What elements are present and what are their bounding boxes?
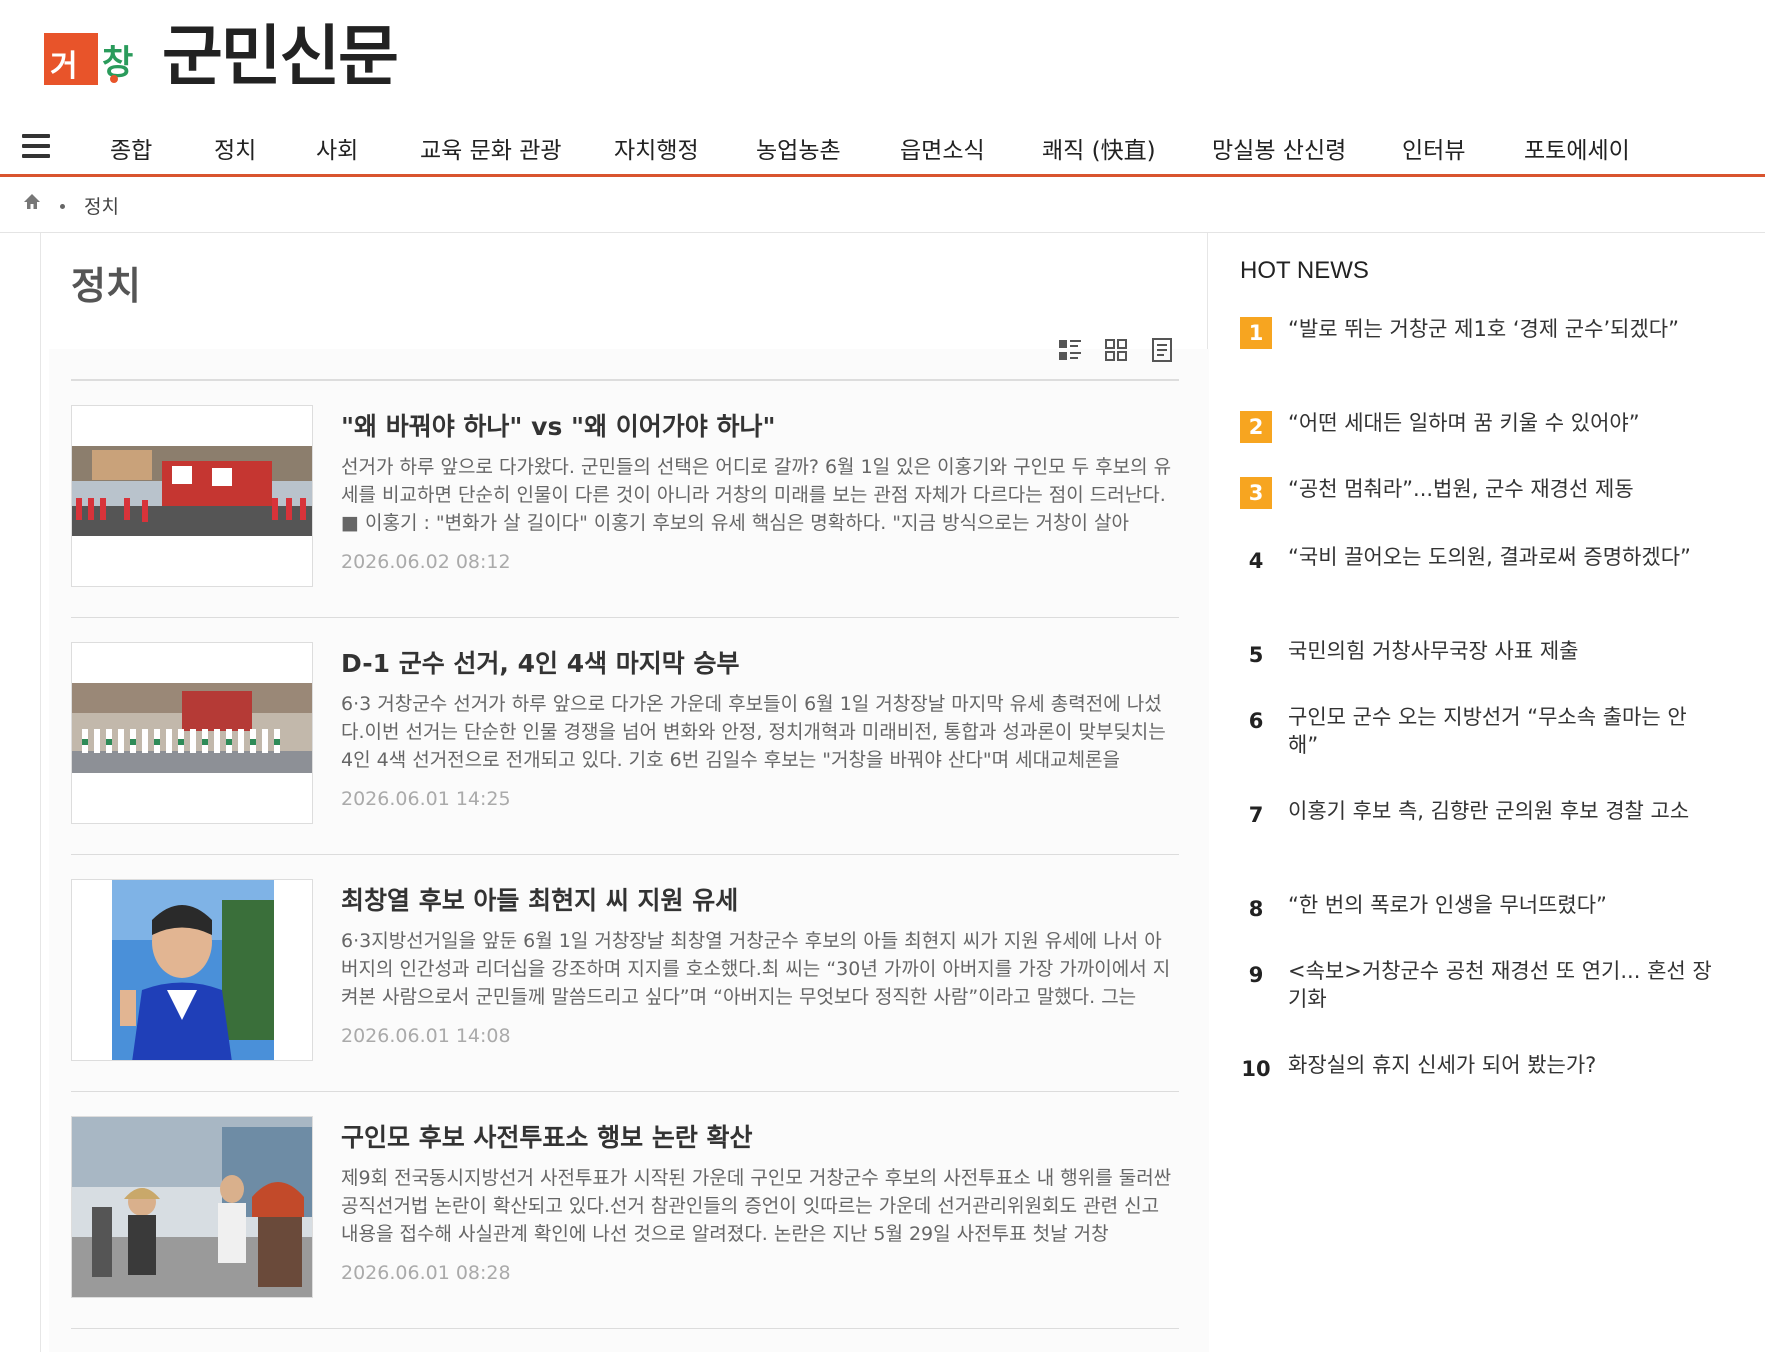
breadcrumb-current[interactable]: 정치 xyxy=(84,192,119,219)
nav-item-town-news[interactable]: 읍면소식 xyxy=(900,131,985,165)
article-date: 2026.06.02 08:12 xyxy=(341,551,511,573)
article-title[interactable]: 최창열 후보 아들 최현지 씨 지원 유세 xyxy=(341,881,738,917)
nav-item-mountain-spirit[interactable]: 망실봉 산신령 xyxy=(1212,131,1346,165)
article-date: 2026.06.01 14:25 xyxy=(341,788,511,810)
article-summary: 6·3 거창군수 선거가 하루 앞으로 다가온 가운데 후보들이 6월 1일 거… xyxy=(341,693,1166,771)
article-summary: 선거가 하루 앞으로 다가왔다. 군민들의 선택은 어디로 갈까? 6월 1일 … xyxy=(341,456,1172,534)
nav-item-administration[interactable]: 자치행정 xyxy=(614,131,699,165)
nav-item-photo-essay[interactable]: 포토에세이 xyxy=(1524,131,1630,165)
rank-badge: 3 xyxy=(1240,477,1272,509)
nav-item-education-culture[interactable]: 교육 문화 관광 xyxy=(420,131,562,165)
text-view-icon[interactable] xyxy=(1149,337,1175,363)
rank-badge: 6 xyxy=(1248,709,1264,733)
article-summary: 6·3지방선거일을 앞둔 6월 1일 거창장날 최창열 거창군수 후보의 아들 … xyxy=(341,930,1171,1008)
hot-news-link[interactable]: 국민의힘 거창사무국장 사표 제출 xyxy=(1288,637,1718,665)
site-name: 군민신문 xyxy=(162,18,399,95)
article-item[interactable]: 최창열 후보 아들 최현지 씨 지원 유세 6·3지방선거일을 앞둔 6월 1일… xyxy=(71,855,1179,1092)
hot-news-link[interactable]: “국비 끌어오는 도의원, 결과로써 증명하겠다” xyxy=(1288,543,1718,571)
article-item[interactable]: "왜 바꿔야 하나" vs "왜 이어가야 하나" 선거가 하루 앞으로 다가왔… xyxy=(71,381,1179,618)
hot-news-link[interactable]: “어떤 세대든 일하며 꿈 키울 수 있어야” xyxy=(1288,409,1718,437)
article-item[interactable]: D-1 군수 선거, 4인 4색 마지막 승부 6·3 거창군수 선거가 하루 … xyxy=(71,618,1179,855)
nav-item-society[interactable]: 사회 xyxy=(316,131,358,165)
article-thumbnail[interactable] xyxy=(71,642,313,824)
article-title[interactable]: D-1 군수 선거, 4인 4색 마지막 승부 xyxy=(341,644,740,680)
article-item[interactable]: 구인모 후보 사전투표소 행보 논란 확산 제9회 전국동시지방선거 사전투표가… xyxy=(71,1092,1179,1329)
article-thumbnail[interactable] xyxy=(71,879,313,1061)
breadcrumb: 정치 xyxy=(0,180,1765,233)
rank-badge: 2 xyxy=(1240,411,1272,443)
hot-news-link[interactable]: “공천 멈춰라”...법원, 군수 재경선 제동 xyxy=(1288,475,1718,503)
hot-news-link[interactable]: <속보>거창군수 공천 재경선 또 연기... 혼선 장기화 xyxy=(1288,957,1718,1013)
rank-badge: 4 xyxy=(1248,549,1264,573)
article-title[interactable]: "왜 바꿔야 하나" vs "왜 이어가야 하나" xyxy=(341,407,776,443)
main-nav: 종합 정치 사회 교육 문화 관광 자치행정 농업농촌 읍면소식 쾌직 (快直)… xyxy=(0,115,1765,177)
hot-news-link[interactable]: 구인모 군수 오는 지방선거 “무소속 출마는 안 해” xyxy=(1288,703,1718,759)
nav-item-general[interactable]: 종합 xyxy=(110,131,152,165)
article-date: 2026.06.01 14:08 xyxy=(341,1025,511,1047)
rank-badge: 10 xyxy=(1241,1057,1271,1081)
home-icon[interactable] xyxy=(22,192,42,212)
rank-badge: 5 xyxy=(1248,643,1264,667)
logo-mark-left: 거 xyxy=(50,49,78,84)
menu-icon[interactable] xyxy=(22,134,50,158)
article-thumbnail[interactable] xyxy=(71,405,313,587)
list-view-icon[interactable] xyxy=(1057,337,1083,363)
nav-item-kwaejik[interactable]: 쾌직 (快直) xyxy=(1042,131,1156,165)
rank-badge: 9 xyxy=(1248,963,1264,987)
article-date: 2026.06.01 08:28 xyxy=(341,1262,511,1284)
site-logo[interactable]: 거 창 군민신문 xyxy=(44,18,399,95)
rank-badge: 7 xyxy=(1248,803,1264,827)
rank-badge: 8 xyxy=(1248,897,1264,921)
hot-news-link[interactable]: 화장실의 휴지 신세가 되어 봤는가? xyxy=(1288,1051,1718,1079)
article-thumbnail[interactable] xyxy=(71,1116,313,1298)
hot-news-link[interactable]: “발로 뛰는 거창군 제1호 ‘경제 군수’되겠다” xyxy=(1288,315,1718,343)
grid-view-icon[interactable] xyxy=(1103,337,1129,363)
logo-mark: 거 창 xyxy=(44,29,133,85)
nav-item-agriculture[interactable]: 농업농촌 xyxy=(756,131,841,165)
article-list-section: 정치 "왜 바꿔야 하나" vs "왜 이어가야 하나" 선거가 하루 앞으로 … xyxy=(40,233,1209,1352)
page-title: 정치 xyxy=(71,264,141,308)
hot-news-title: HOT NEWS xyxy=(1240,257,1369,284)
hot-news-link[interactable]: “한 번의 폭로가 인생을 무너뜨렸다” xyxy=(1288,891,1718,919)
hot-news-sidebar: HOT NEWS 1 “발로 뛰는 거창군 제1호 ‘경제 군수’되겠다” 2 … xyxy=(1240,233,1740,1352)
nav-item-interview[interactable]: 인터뷰 xyxy=(1402,131,1465,165)
rank-badge: 1 xyxy=(1240,317,1272,349)
view-mode-toggle xyxy=(1057,337,1175,363)
article-title[interactable]: 구인모 후보 사전투표소 행보 논란 확산 xyxy=(341,1118,753,1154)
breadcrumb-separator xyxy=(60,204,65,209)
nav-item-politics[interactable]: 정치 xyxy=(214,131,256,165)
hot-news-link[interactable]: 이홍기 후보 측, 김향란 군의원 후보 경찰 고소 xyxy=(1288,797,1718,825)
article-summary: 제9회 전국동시지방선거 사전투표가 시작된 가운데 구인모 거창군수 후보의 … xyxy=(341,1167,1172,1245)
site-header: 거 창 군민신문 xyxy=(0,0,1765,110)
